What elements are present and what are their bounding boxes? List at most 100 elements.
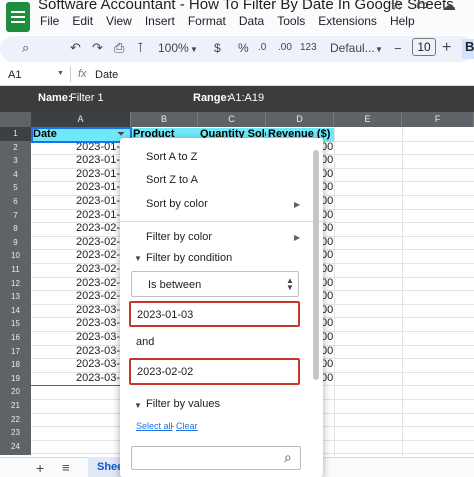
menu-format[interactable]: Format bbox=[188, 14, 226, 30]
menu-tools[interactable]: Tools bbox=[277, 14, 305, 30]
font-chevron-down-icon[interactable]: ▼ bbox=[375, 45, 383, 54]
menu-edit[interactable]: Edit bbox=[72, 14, 93, 30]
row-header[interactable]: 17 bbox=[0, 345, 31, 359]
date-cell[interactable]: 2023-01- bbox=[31, 154, 120, 168]
row-header[interactable]: 6 bbox=[0, 195, 31, 209]
date-cell[interactable]: 2023-03- bbox=[31, 331, 120, 345]
date-cell[interactable]: 2023-03- bbox=[31, 358, 120, 372]
value-to-input[interactable]: 2023-02-02 bbox=[129, 358, 300, 385]
row-header[interactable]: 21 bbox=[0, 399, 31, 413]
column-header-c[interactable]: C bbox=[198, 112, 266, 127]
value-from-input[interactable]: 2023-01-03 bbox=[129, 301, 300, 327]
zoom-chevron-down-icon[interactable]: ▼ bbox=[190, 45, 198, 54]
column-header-f[interactable]: F bbox=[402, 112, 474, 127]
row-header[interactable]: 24 bbox=[0, 440, 31, 454]
number-format-button[interactable]: 123 bbox=[300, 42, 317, 53]
redo-icon[interactable]: ↷ bbox=[92, 40, 103, 56]
date-cell[interactable]: 2023-02- bbox=[31, 263, 120, 277]
date-cell[interactable]: 2023-02- bbox=[31, 290, 120, 304]
condition-select[interactable]: Is between ▲ ▼ bbox=[131, 271, 299, 297]
decrease-decimal-button[interactable]: .0 bbox=[258, 42, 266, 53]
date-cell[interactable]: 2023-02- bbox=[31, 222, 120, 236]
row-header[interactable]: 14 bbox=[0, 304, 31, 318]
sort-a-to-z-item[interactable]: Sort A to Z bbox=[146, 151, 197, 163]
filter-by-condition-header[interactable]: Filter by condition bbox=[146, 252, 232, 264]
percent-button[interactable]: % bbox=[238, 41, 249, 55]
row-header[interactable]: 9 bbox=[0, 236, 31, 250]
zoom-select[interactable]: 100% bbox=[158, 41, 189, 55]
filter-range-value[interactable]: A1:A19 bbox=[228, 92, 264, 104]
add-sheet-icon[interactable]: + bbox=[36, 460, 44, 476]
sort-by-color-item[interactable]: Sort by color bbox=[146, 198, 208, 210]
date-cell[interactable]: 2023-01- bbox=[31, 181, 120, 195]
date-cell[interactable]: 2023-02- bbox=[31, 249, 120, 263]
menu-help[interactable]: Help bbox=[390, 14, 415, 30]
values-search-input[interactable]: ⌕ bbox=[131, 446, 301, 470]
star-icon[interactable]: ☆ bbox=[390, 0, 403, 14]
values-collapse-icon[interactable]: ▼ bbox=[134, 401, 142, 410]
date-cell[interactable]: 2023-01- bbox=[31, 195, 120, 209]
row-header[interactable]: 13 bbox=[0, 290, 31, 304]
font-select[interactable]: Defaul... bbox=[330, 41, 375, 55]
select-all-link[interactable]: Select all bbox=[136, 421, 173, 431]
name-box-chevron-icon[interactable]: ▼ bbox=[57, 70, 64, 77]
row-header[interactable]: 5 bbox=[0, 181, 31, 195]
row-header[interactable]: 3 bbox=[0, 154, 31, 168]
row-header[interactable]: 7 bbox=[0, 209, 31, 223]
row-header[interactable]: 23 bbox=[0, 426, 31, 440]
font-size-input[interactable]: 10 bbox=[412, 38, 436, 56]
font-size-decrease-button[interactable]: − bbox=[394, 41, 402, 56]
undo-icon[interactable]: ↶ bbox=[70, 40, 81, 56]
row-header[interactable]: 19 bbox=[0, 372, 31, 386]
sheets-logo-icon[interactable] bbox=[6, 2, 30, 32]
cloud-status-icon[interactable]: ☁ bbox=[442, 0, 456, 14]
menu-file[interactable]: File bbox=[40, 14, 59, 30]
date-cell[interactable]: 2023-03- bbox=[31, 317, 120, 331]
sort-z-to-a-item[interactable]: Sort Z to A bbox=[146, 174, 198, 186]
row-header[interactable]: 11 bbox=[0, 263, 31, 277]
column-header-b[interactable]: B bbox=[131, 112, 198, 127]
row-header[interactable]: 1 bbox=[0, 127, 31, 141]
condition-collapse-icon[interactable]: ▼ bbox=[134, 254, 142, 263]
increase-decimal-button[interactable]: .00 bbox=[278, 42, 292, 53]
date-cell[interactable]: 2023-02- bbox=[31, 236, 120, 250]
row-header[interactable]: 10 bbox=[0, 249, 31, 263]
menu-view[interactable]: View bbox=[106, 14, 132, 30]
row-header[interactable]: 22 bbox=[0, 413, 31, 427]
date-cell[interactable]: 2023-03- bbox=[31, 345, 120, 359]
popup-scrollbar[interactable] bbox=[313, 150, 319, 380]
row-header[interactable]: 20 bbox=[0, 385, 31, 399]
all-sheets-icon[interactable]: ≡ bbox=[62, 460, 70, 475]
paint-format-icon[interactable]: ⊺ bbox=[137, 40, 144, 56]
bold-button[interactable]: B bbox=[462, 39, 474, 59]
menu-insert[interactable]: Insert bbox=[145, 14, 175, 30]
filter-name-value[interactable]: Filter 1 bbox=[70, 92, 104, 104]
menu-data[interactable]: Data bbox=[239, 14, 264, 30]
print-icon[interactable]: ⎙ bbox=[114, 40, 124, 56]
clear-link[interactable]: Clear bbox=[176, 421, 198, 431]
column-header-e[interactable]: E bbox=[334, 112, 402, 127]
date-cell[interactable]: 2023-01- bbox=[31, 209, 120, 223]
formula-input[interactable]: Date bbox=[95, 69, 118, 81]
row-header[interactable]: 8 bbox=[0, 222, 31, 236]
currency-button[interactable]: $ bbox=[214, 41, 221, 55]
row-header[interactable]: 2 bbox=[0, 141, 31, 155]
date-cell[interactable]: 2023-03- bbox=[31, 304, 120, 318]
row-header[interactable]: 18 bbox=[0, 358, 31, 372]
date-cell[interactable]: 2023-01- bbox=[31, 168, 120, 182]
name-box[interactable]: A1 bbox=[8, 69, 21, 81]
menu-extensions[interactable]: Extensions bbox=[318, 14, 377, 30]
filter-by-values-header[interactable]: Filter by values bbox=[146, 398, 220, 410]
date-cell[interactable]: 2023-03- bbox=[31, 372, 120, 386]
search-menus-icon[interactable]: ⌕ bbox=[22, 40, 29, 56]
date-cell[interactable]: 2023-02- bbox=[31, 277, 120, 291]
row-header[interactable]: 16 bbox=[0, 331, 31, 345]
row-header[interactable]: 15 bbox=[0, 317, 31, 331]
column-header-a[interactable]: A bbox=[31, 112, 131, 127]
font-size-increase-button[interactable]: + bbox=[442, 39, 451, 57]
move-folder-icon[interactable]: ▭ bbox=[416, 0, 429, 13]
filter-by-color-item[interactable]: Filter by color bbox=[146, 231, 212, 243]
column-header-d[interactable]: D bbox=[266, 112, 334, 127]
row-header[interactable]: 4 bbox=[0, 168, 31, 182]
row-header[interactable]: 12 bbox=[0, 277, 31, 291]
